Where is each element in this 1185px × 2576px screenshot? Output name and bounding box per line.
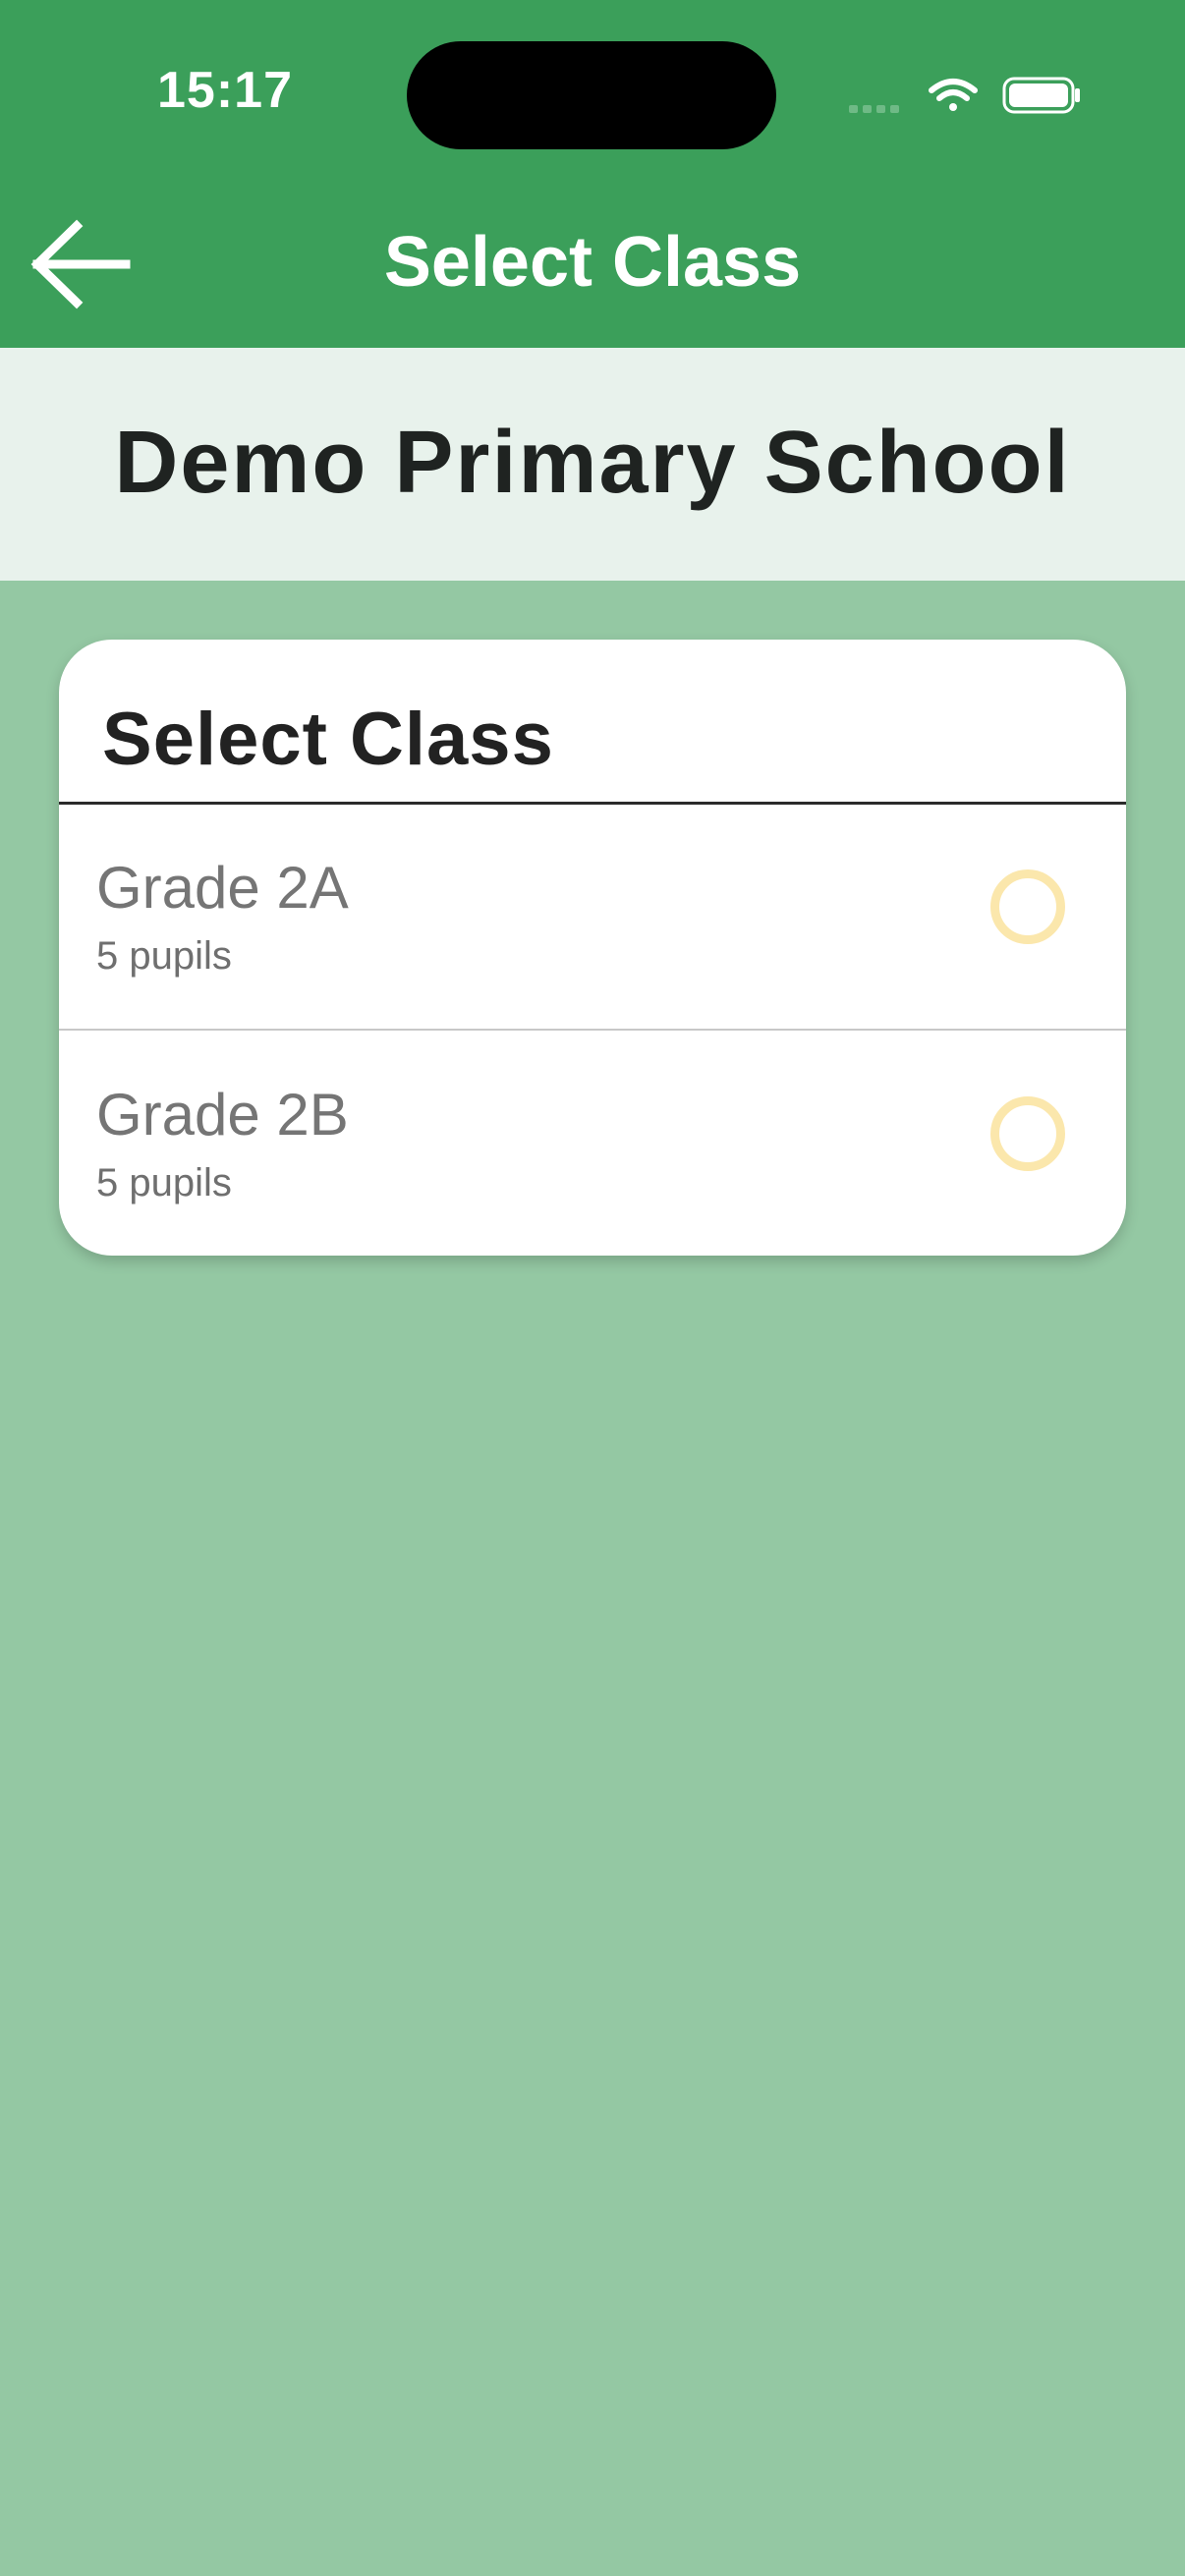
class-select-card: Select Class Grade 2A 5 pupils Grade 2B …	[59, 640, 1126, 1256]
school-name: Demo Primary School	[114, 414, 1071, 512]
class-name: Grade 2A	[96, 855, 349, 921]
class-option-grade-2b[interactable]: Grade 2B 5 pupils	[59, 1032, 1126, 1256]
radio-unselected-icon[interactable]	[990, 869, 1065, 944]
status-time: 15:17	[157, 62, 293, 119]
app-header: 15:17 Select Class	[0, 0, 1185, 348]
radio-unselected-icon[interactable]	[990, 1096, 1065, 1171]
status-icons	[849, 77, 1080, 114]
class-name: Grade 2B	[96, 1082, 349, 1148]
battery-icon	[1002, 77, 1080, 114]
pupil-count: 5 pupils	[96, 934, 232, 978]
cellular-signal-icon	[849, 105, 899, 113]
row-divider	[59, 1029, 1126, 1031]
school-banner: Demo Primary School	[0, 348, 1185, 581]
wifi-icon	[929, 79, 978, 111]
page-title: Select Class	[383, 223, 802, 302]
class-option-grade-2a[interactable]: Grade 2A 5 pupils	[59, 805, 1126, 1029]
card-title: Select Class	[102, 698, 554, 781]
dynamic-island	[407, 41, 776, 149]
pupil-count: 5 pupils	[96, 1161, 232, 1204]
